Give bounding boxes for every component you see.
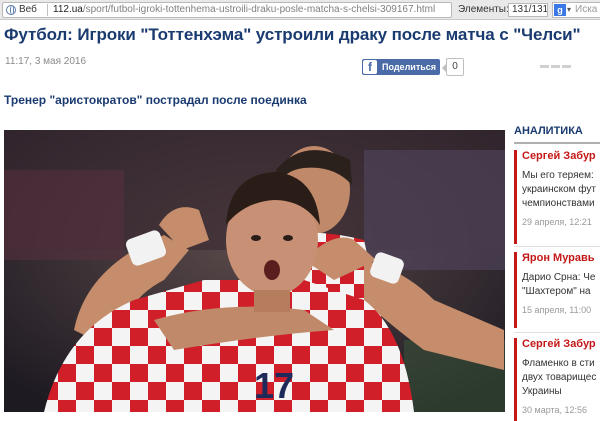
web-label: Веб — [19, 4, 37, 15]
article-title: Футбол: Игроки "Тоттенхэма" устроили дра… — [4, 25, 581, 44]
article-date: 11:17, 3 мая 2016 — [5, 56, 87, 67]
sidebar-item-text-line: украинском фут — [522, 184, 597, 195]
sidebar-item-date: 15 апреля, 11:00 — [522, 305, 592, 315]
sidebar-item-text-line: Дарио Срна: Че — [522, 272, 596, 283]
sidebar-item-author[interactable]: Сергей Забур — [522, 150, 600, 162]
url-separator — [47, 4, 48, 16]
sidebar-title: АНАЛИТИКА — [514, 125, 583, 137]
sidebar-item-0[interactable]: Сергей Забур Мы его теряем: украинском ф… — [514, 150, 600, 244]
article-photo: 17 — [4, 130, 505, 412]
facebook-icon: f — [363, 60, 377, 74]
sidebar-item-text-line: Украины — [522, 386, 562, 397]
sidebar-item-text-line: чемпионствами — [522, 198, 595, 209]
sidebar-item-1[interactable]: Ярон Муравь Дарио Срна: Че "Шахтером" на… — [514, 252, 600, 328]
url-text[interactable]: 112.ua/sport/futbol-igroki-tottenhema-us… — [53, 3, 435, 17]
sidebar-item-text-line: Мы его теряем: — [522, 170, 594, 181]
google-icon[interactable]: g — [554, 4, 566, 16]
sidebar-item-author[interactable]: Сергей Забур — [522, 338, 600, 350]
share-label: Поделиться — [382, 62, 437, 72]
elements-count: 131/131 — [508, 3, 548, 17]
url-host: 112.ua — [53, 4, 83, 15]
url-path: /sport/futbol-igroki-tottenhema-ustroili… — [82, 4, 436, 15]
globe-icon — [6, 5, 16, 15]
sidebar-item-text[interactable]: Дарио Срна: Че "Шахтером" на — [522, 271, 600, 299]
search-placeholder: Иска — [575, 4, 598, 15]
sidebar-item-text-line: Фламенко в сти — [522, 358, 595, 369]
sidebar-item-author[interactable]: Ярон Муравь — [522, 252, 600, 264]
sidebar-item-2[interactable]: Сергей Забур Фламенко в сти двух товарищ… — [514, 338, 600, 421]
elements-label: Элементы: — [458, 4, 509, 15]
sidebar-separator — [514, 246, 600, 247]
sidebar-item-date: 30 марта, 12:56 — [522, 405, 588, 415]
sidebar-item-text[interactable]: Фламенко в сти двух товарищес Украины — [522, 357, 600, 399]
more-share-icon[interactable] — [540, 65, 571, 69]
facebook-share-button[interactable]: f Поделиться — [362, 59, 440, 75]
sidebar-item-text-line: "Шахтером" на — [522, 286, 591, 297]
address-bar[interactable]: Веб 112.ua/sport/futbol-igroki-tottenhem… — [2, 2, 452, 18]
sidebar-separator — [514, 332, 600, 333]
sidebar-item-text-line: двух товарищес — [522, 372, 597, 383]
share-count: 0 — [442, 58, 464, 76]
sidebar-item-text[interactable]: Мы его теряем: украинском фут чемпионств… — [522, 169, 600, 211]
chevron-down-icon[interactable]: ▾ — [567, 3, 571, 17]
search-input[interactable]: g ▾ Иска — [552, 2, 600, 18]
jersey-number: 17 — [254, 365, 294, 406]
sidebar-item-date: 29 апреля, 12:21 — [522, 217, 592, 227]
browser-toolbar: Веб 112.ua/sport/futbol-igroki-tottenhem… — [0, 0, 600, 20]
article-subtitle: Тренер "аристократов" пострадал после по… — [4, 93, 307, 107]
sidebar-divider — [514, 142, 600, 144]
